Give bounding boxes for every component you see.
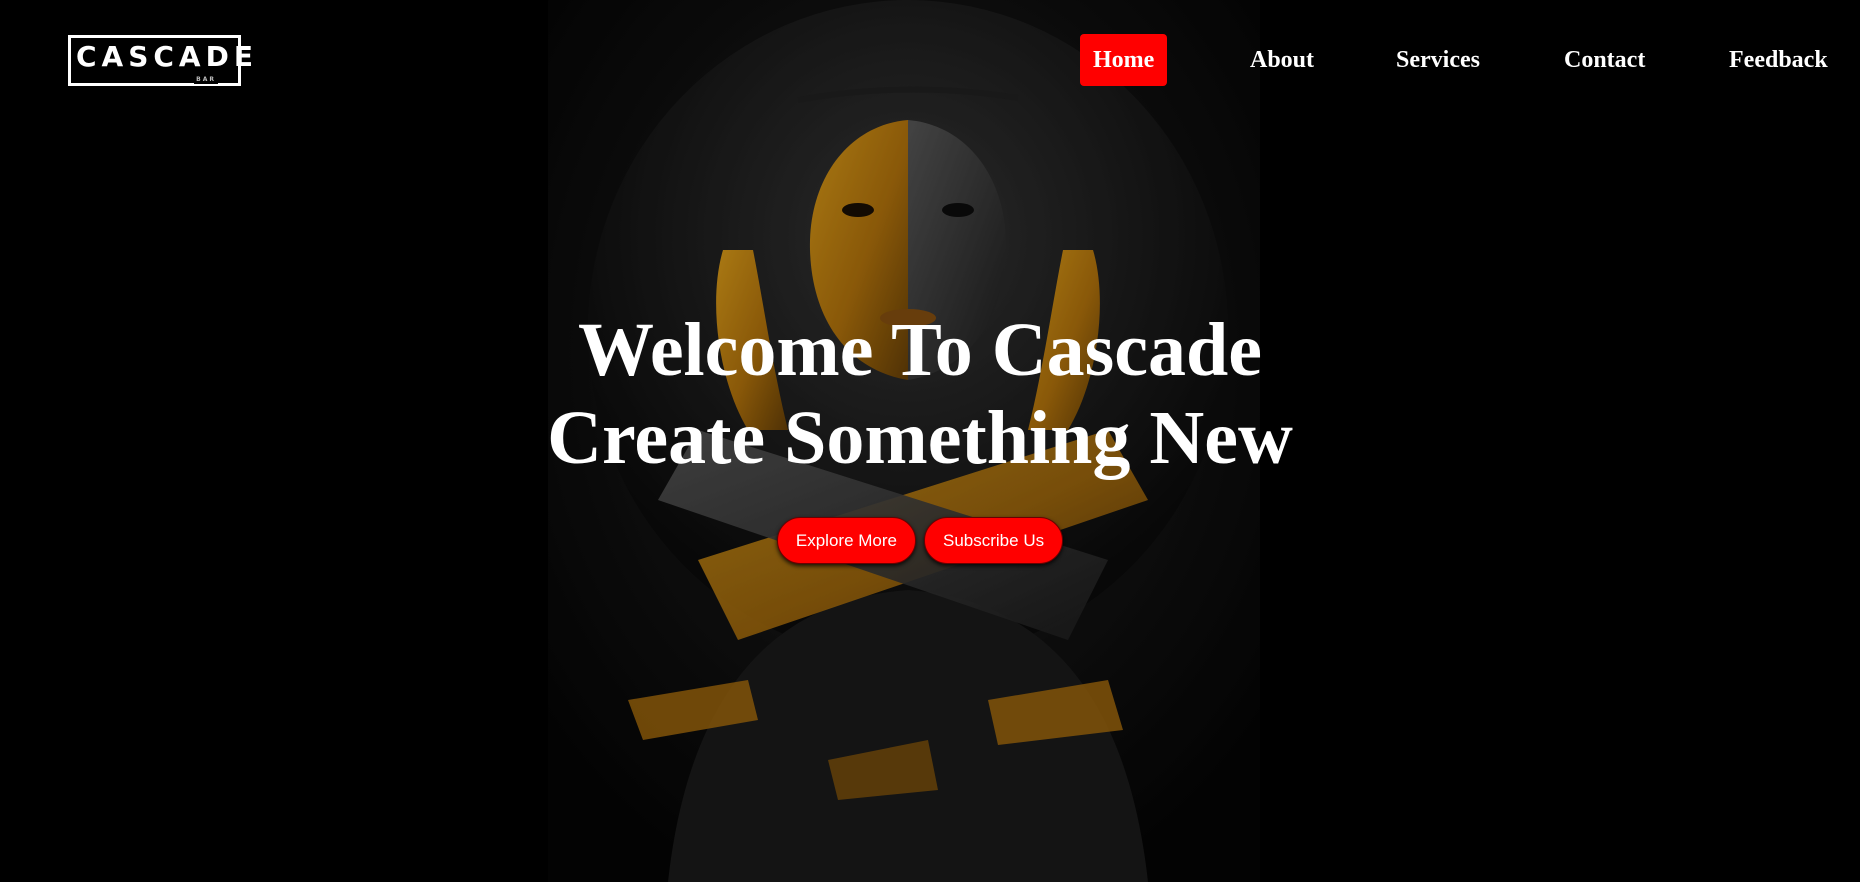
nav-contact-link[interactable]: Contact bbox=[1564, 34, 1645, 86]
hero-heading: Welcome To Cascade Create Something New bbox=[0, 306, 1840, 482]
nav-feedback-link[interactable]: Feedback bbox=[1729, 34, 1828, 86]
main-navigation: Home About Services Contact Feedback bbox=[0, 34, 1860, 86]
hero-cta-group: Explore More Subscribe Us bbox=[0, 517, 1840, 564]
nav-about-link[interactable]: About bbox=[1250, 34, 1314, 86]
hero-title-line2: Create Something New bbox=[547, 396, 1293, 480]
nav-home-link[interactable]: Home bbox=[1080, 34, 1168, 86]
explore-more-button[interactable]: Explore More bbox=[776, 517, 916, 564]
subscribe-us-button[interactable]: Subscribe Us bbox=[924, 517, 1064, 564]
hero-title-line1: Welcome To Cascade bbox=[578, 308, 1262, 392]
landing-page: CASCADE BAR Home About Services Contact … bbox=[0, 0, 1860, 882]
nav-services-link[interactable]: Services bbox=[1396, 34, 1480, 86]
